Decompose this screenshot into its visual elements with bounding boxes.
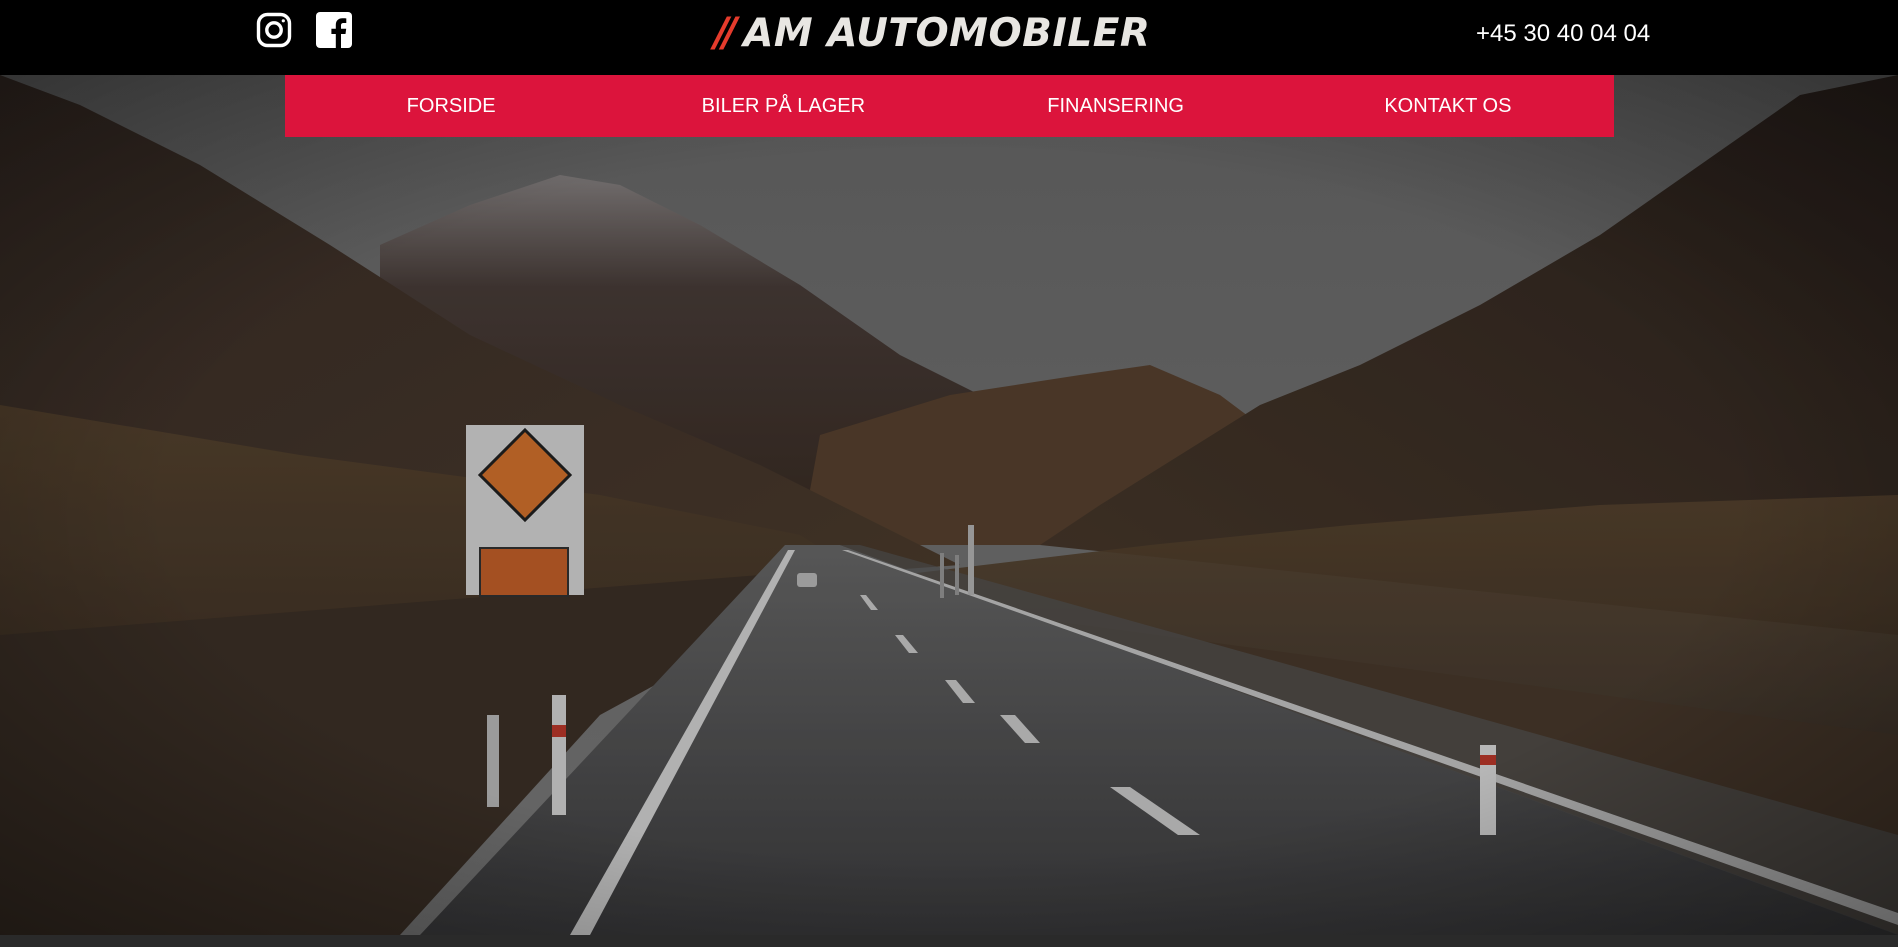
instagram-link[interactable] (256, 12, 292, 48)
main-navigation: FORSIDE BILER PÅ LAGER FINANSERING KONTA… (285, 75, 1614, 137)
facebook-icon (316, 12, 352, 48)
nav-item-biler-paa-lager[interactable]: BILER PÅ LAGER (617, 75, 949, 137)
logo-mark: // (714, 10, 737, 56)
nav-item-label: FINANSERING (1047, 94, 1184, 117)
hero-background-image (0, 75, 1898, 935)
nav-item-label: KONTAKT OS (1384, 94, 1512, 117)
facebook-link[interactable] (316, 12, 352, 48)
bottom-strip (0, 935, 1898, 947)
phone-number[interactable]: +45 30 40 04 04 (1476, 20, 1650, 48)
nav-item-kontakt-os[interactable]: KONTAKT OS (1282, 75, 1614, 137)
top-bar: // AM AUTOMOBILER +45 30 40 04 04 (0, 0, 1898, 75)
nav-item-forside[interactable]: FORSIDE (285, 75, 617, 137)
nav-item-finansering[interactable]: FINANSERING (950, 75, 1282, 137)
instagram-icon (256, 12, 292, 48)
nav-item-label: BILER PÅ LAGER (701, 94, 866, 117)
nav-item-label: FORSIDE (406, 94, 496, 117)
page: // AM AUTOMOBILER +45 30 40 04 04 FORSID… (0, 0, 1898, 947)
logo[interactable]: // AM AUTOMOBILER (714, 8, 1150, 58)
logo-text: AM AUTOMOBILER (743, 10, 1151, 56)
social-links (256, 12, 352, 48)
